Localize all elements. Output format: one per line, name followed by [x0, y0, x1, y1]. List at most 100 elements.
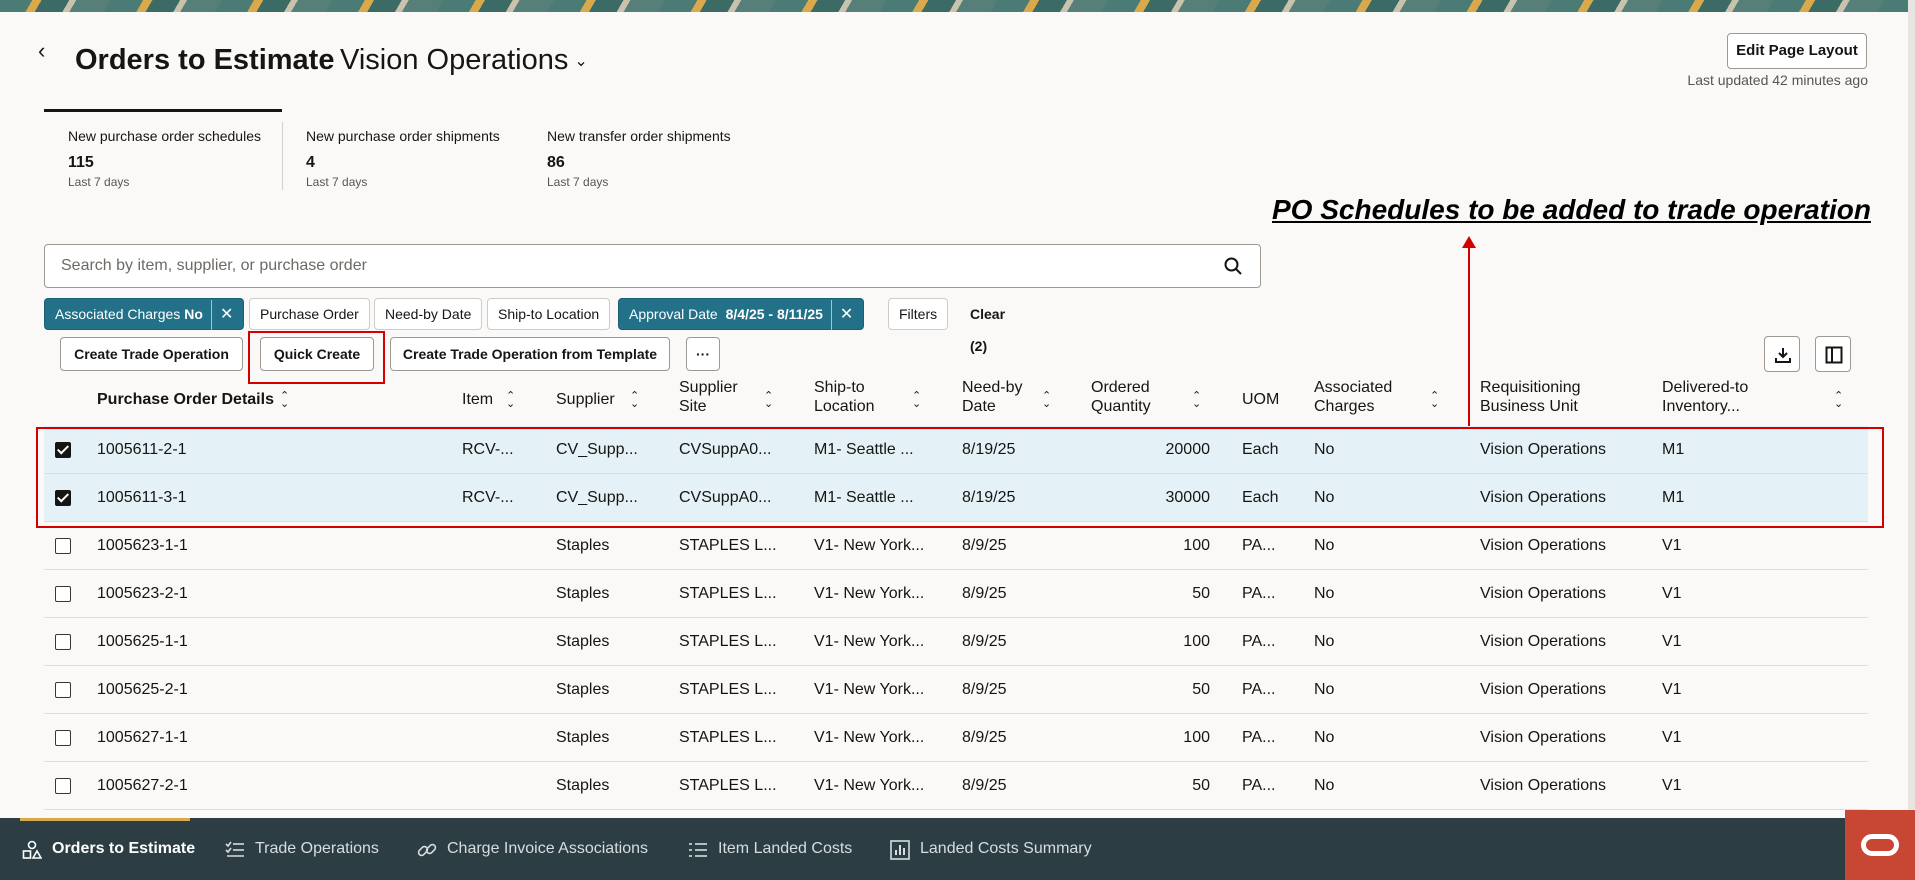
nav-label: Orders to Estimate [52, 840, 196, 857]
sort-icon[interactable]: ⌃ ⌄ [912, 391, 924, 410]
metric-transfer-shipments[interactable]: New transfer order shipments 86 Last 7 d… [547, 128, 731, 189]
cell-bu: Vision Operations [1480, 441, 1606, 458]
cell-ship-to: V1- New York... [814, 537, 925, 554]
edit-page-layout-button[interactable]: Edit Page Layout [1727, 33, 1867, 69]
cell-delivered: V1 [1662, 633, 1682, 650]
search-icon[interactable] [1224, 257, 1242, 275]
cell-item [462, 762, 532, 810]
sort-icon[interactable]: ⌃ ⌄ [1192, 391, 1204, 410]
sort-icon[interactable]: ⌃ ⌄ [506, 391, 518, 410]
bar-chart-icon [890, 840, 910, 860]
back-button[interactable]: ‹ [38, 40, 60, 62]
chip-associated-charges[interactable]: Associated Charges No ✕ [44, 298, 245, 330]
row-checkbox[interactable] [55, 538, 71, 554]
cell-site: STAPLES L... [679, 537, 777, 554]
table-row[interactable]: 1005611-2-1 RCV-... CV_Supp... CVSuppA0... M… [44, 426, 1868, 474]
cell-ship-to: M1- Seattle ... [814, 441, 914, 458]
nav-trade-operations[interactable]: Trade Operations [225, 818, 379, 880]
cell-item [462, 570, 532, 618]
row-checkbox[interactable] [55, 634, 71, 650]
search-input[interactable] [61, 257, 1211, 275]
cell-need-by: 8/9/25 [962, 777, 1007, 794]
cell-delivered: V1 [1662, 537, 1682, 554]
cell-uom: Each [1242, 441, 1279, 458]
cell-charges: No [1314, 489, 1335, 506]
sort-icon[interactable]: ⌃ ⌄ [764, 391, 776, 410]
col-uom: UOM [1242, 391, 1280, 408]
row-checkbox[interactable] [55, 442, 71, 458]
create-from-template-button[interactable]: Create Trade Operation from Template [390, 337, 670, 371]
cell-qty: 30000 [1165, 489, 1211, 506]
metric-po-schedules[interactable]: New purchase order schedules 115 Last 7 … [68, 128, 261, 189]
sort-icon[interactable]: ⌃ ⌄ [1430, 391, 1442, 410]
chip-approval-date[interactable]: Approval Date 8/4/25 - 8/11/25 ✕ [618, 298, 865, 330]
cell-supplier: Staples [556, 537, 610, 554]
quick-create-button[interactable]: Quick Create [260, 337, 374, 371]
more-actions-button[interactable]: ··· [686, 337, 720, 371]
metric-period: Last 7 days [68, 175, 130, 189]
cell-supplier: CV_Supp... [556, 489, 638, 506]
table-row[interactable]: 1005625-1-1 Staples STAPLES L... V1- New Yo… [44, 618, 1868, 666]
cell-supplier: Staples [556, 681, 610, 698]
download-button[interactable] [1764, 336, 1800, 372]
cell-supplier: CV_Supp... [556, 441, 638, 458]
row-checkbox[interactable] [55, 490, 71, 506]
table-row[interactable]: 1005623-1-1 Staples STAPLES L... V1- New Yo… [44, 522, 1868, 570]
cell-site: STAPLES L... [679, 681, 777, 698]
nav-label: Landed Costs Summary [920, 840, 1092, 857]
table-row[interactable]: 1005623-2-1 Staples STAPLES L... V1- New Yo… [44, 570, 1868, 618]
sort-icon[interactable]: ⌃ ⌄ [1834, 391, 1846, 410]
sort-icon[interactable]: ⌃ ⌄ [1042, 391, 1054, 410]
columns-icon [1825, 346, 1843, 364]
sort-icon[interactable]: ⌃ ⌄ [280, 391, 292, 410]
cell-site: CVSuppA0... [679, 489, 772, 506]
table-row[interactable]: 1005627-2-1 Staples STAPLES L... V1- New Yo… [44, 762, 1868, 810]
table-row[interactable]: 1005611-3-1 RCV-... CV_Supp... CVSuppA0... M… [44, 474, 1868, 522]
cell-delivered: M1 [1662, 489, 1685, 506]
column-manager-button[interactable] [1815, 336, 1851, 372]
cell-delivered: V1 [1662, 681, 1682, 698]
cell-need-by: 8/9/25 [962, 681, 1007, 698]
cell-item [462, 618, 532, 666]
chip-purchase-order[interactable]: Purchase Order [249, 298, 370, 330]
cell-ship-to: M1- Seattle ... [814, 489, 914, 506]
clear-filters-link[interactable]: Clear (2) [960, 298, 1015, 354]
chip-need-by-date[interactable]: Need-by Date [374, 298, 483, 330]
oracle-logo-button[interactable] [1845, 810, 1915, 880]
cell-bu: Vision Operations [1480, 585, 1606, 602]
nav-charge-invoice-associations[interactable]: Charge Invoice Associations [417, 818, 648, 880]
page-scrollbar[interactable] [1908, 0, 1915, 820]
cell-site: STAPLES L... [679, 633, 777, 650]
row-checkbox[interactable] [55, 682, 71, 698]
cell-charges: No [1314, 777, 1335, 794]
filters-button[interactable]: Filters [888, 298, 949, 330]
nav-item-landed-costs[interactable]: Item Landed Costs [688, 818, 852, 880]
cell-qty: 50 [1192, 585, 1210, 602]
table-row[interactable]: 1005625-2-1 Staples STAPLES L... V1- New Yo… [44, 666, 1868, 714]
nav-orders-to-estimate[interactable]: Orders to Estimate [22, 818, 195, 880]
cell-ship-to: V1- New York... [814, 585, 925, 602]
sort-icon[interactable]: ⌃ ⌄ [630, 391, 642, 410]
cell-uom: PA... [1242, 729, 1276, 746]
metric-po-shipments[interactable]: New purchase order shipments 4 Last 7 da… [306, 128, 500, 189]
divider [282, 122, 283, 190]
remove-filter-icon[interactable]: ✕ [830, 300, 853, 330]
last-updated-text: Last updated 42 minutes ago [1687, 72, 1868, 88]
row-checkbox[interactable] [55, 778, 71, 794]
cell-po: 1005611-3-1 [97, 489, 187, 506]
table-row[interactable]: 1005627-1-1 Staples STAPLES L... V1- New Yo… [44, 714, 1868, 762]
context-selector[interactable]: Vision Operations ⌄ [340, 44, 588, 77]
oracle-logo-icon [1861, 834, 1899, 856]
row-checkbox[interactable] [55, 730, 71, 746]
nav-landed-costs-summary[interactable]: Landed Costs Summary [890, 818, 1092, 880]
remove-filter-icon[interactable]: ✕ [210, 300, 233, 330]
create-trade-operation-button[interactable]: Create Trade Operation [60, 337, 243, 371]
row-checkbox[interactable] [55, 586, 71, 602]
metric-selected-indicator [44, 109, 282, 112]
cell-ship-to: V1- New York... [814, 729, 925, 746]
cell-delivered: V1 [1662, 585, 1682, 602]
metric-label: New purchase order schedules [68, 128, 261, 144]
col-po-details: Purchase Order Details [97, 391, 274, 408]
chip-ship-to-location[interactable]: Ship-to Location [487, 298, 611, 330]
cell-ship-to: V1- New York... [814, 777, 925, 794]
